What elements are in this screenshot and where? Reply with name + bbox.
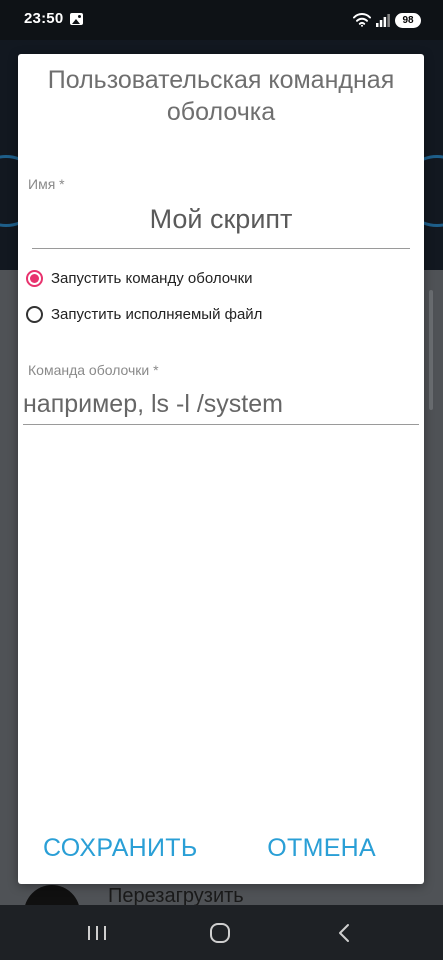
radio-label: Запустить команду оболочки <box>51 269 253 287</box>
command-input[interactable] <box>23 384 419 424</box>
wifi-icon <box>353 13 371 27</box>
name-field[interactable]: Мой скрипт <box>32 204 410 235</box>
cancel-button[interactable]: ОТМЕНА <box>267 834 376 863</box>
name-field-underline <box>32 248 410 249</box>
status-icons: 98 <box>353 10 421 30</box>
back-icon <box>339 924 349 942</box>
status-bar: 23:50 98 <box>0 0 443 40</box>
gallery-icon <box>70 13 83 25</box>
background-reboot-label: Перезагрузить <box>108 885 244 905</box>
custom-shell-dialog: Пользовательская командная оболочка Имя … <box>18 54 424 884</box>
command-field-underline <box>23 424 419 425</box>
background-scrollbar <box>429 290 433 410</box>
command-field-label: Команда оболочки * <box>28 362 159 378</box>
radio-run-executable[interactable]: Запустить исполняемый файл <box>26 302 262 326</box>
recent-apps-button[interactable] <box>77 917 117 949</box>
radio-label: Запустить исполняемый файл <box>51 305 263 323</box>
home-button[interactable] <box>200 917 240 949</box>
radio-button-unselected[interactable] <box>26 305 43 323</box>
recent-apps-icon <box>88 926 106 940</box>
back-button[interactable] <box>324 917 364 949</box>
radio-run-shell-command[interactable]: Запустить команду оболочки <box>26 266 253 290</box>
name-field-label: Имя * <box>28 176 65 192</box>
status-time: 23:50 <box>24 10 64 27</box>
navigation-bar <box>0 905 443 960</box>
radio-button-selected[interactable] <box>26 269 43 287</box>
battery-badge: 98 <box>395 12 421 28</box>
dialog-title: Пользовательская командная оболочка <box>47 66 395 126</box>
signal-icon <box>376 14 390 27</box>
save-button[interactable]: СОХРАНИТЬ <box>43 834 198 863</box>
home-icon <box>210 923 230 943</box>
